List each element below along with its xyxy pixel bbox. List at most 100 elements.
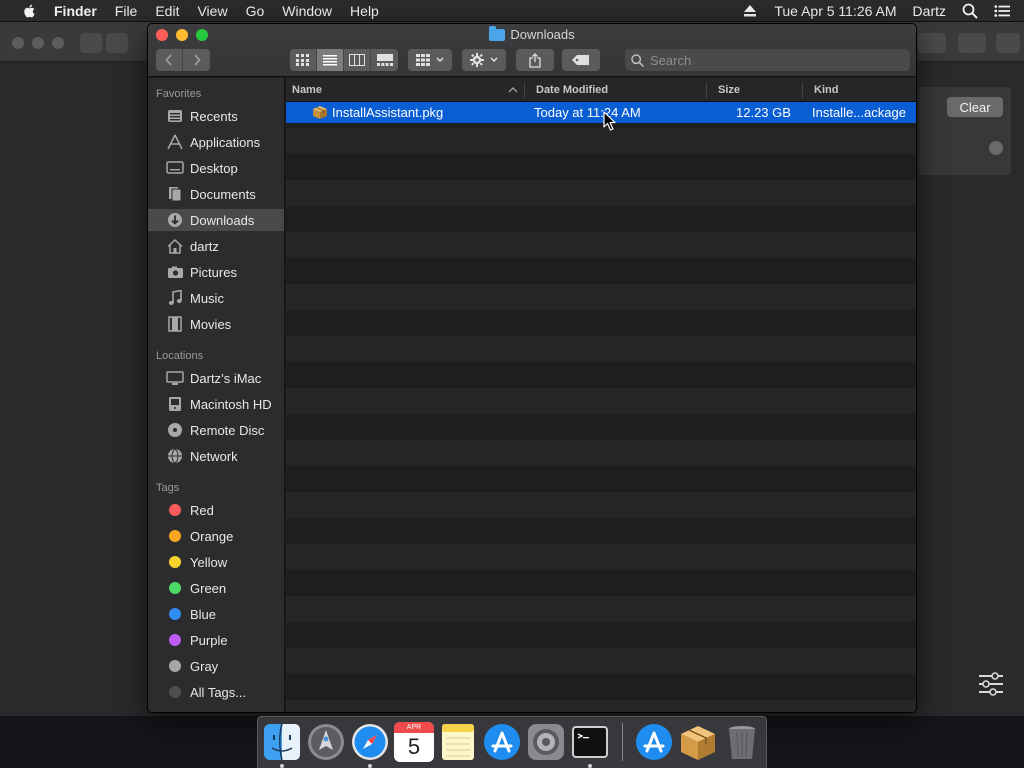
sidebar-item-dartz[interactable]: dartz [148, 235, 284, 257]
sidebar-item-all-tags[interactable]: All Tags... [148, 681, 284, 703]
home-icon [166, 238, 184, 254]
gray-tag-icon [166, 658, 184, 674]
bg-close-button[interactable] [12, 37, 24, 49]
column-header-kind[interactable]: Kind [814, 84, 838, 96]
sidebar-item-tag-red[interactable]: Red [148, 499, 284, 521]
bg-back-button[interactable] [80, 33, 102, 53]
sidebar-item-label: Green [190, 580, 227, 596]
orange-tag-icon [166, 528, 184, 544]
sidebar-item-movies[interactable]: Movies [148, 313, 284, 335]
column-divider[interactable] [706, 82, 707, 98]
file-size: 12.23 GB [736, 105, 791, 120]
system-preferences-dock-icon[interactable] [526, 722, 566, 762]
sidebar-item-music[interactable]: Music [148, 287, 284, 309]
column-header-date-modified[interactable]: Date Modified [536, 84, 608, 96]
sidebar-item-macintosh-hd[interactable]: Macintosh HD [148, 393, 284, 415]
trash-dock-icon[interactable] [722, 722, 762, 762]
search-field[interactable] [625, 49, 910, 71]
bg-minimize-button[interactable] [32, 37, 44, 49]
group-icon [416, 54, 430, 66]
sidebar-item-applications[interactable]: Applications [148, 131, 284, 153]
sort-ascending-icon[interactable] [508, 87, 518, 93]
menu-help[interactable]: Help [350, 3, 379, 19]
tag-dot [169, 608, 181, 620]
bg-share-button[interactable] [918, 33, 946, 53]
yellow-tag-icon [166, 554, 184, 570]
column-view-button[interactable] [344, 49, 371, 71]
menu-go[interactable]: Go [246, 3, 265, 19]
app-store-stack-dock-icon[interactable] [634, 722, 674, 762]
gallery-view-button[interactable] [371, 49, 398, 71]
sliders-icon[interactable] [978, 672, 1004, 696]
tag-icon [572, 55, 589, 65]
forward-button[interactable] [183, 49, 210, 71]
notification-center-icon[interactable] [994, 3, 1010, 19]
action-button[interactable] [462, 49, 506, 71]
menu-view[interactable]: View [197, 3, 227, 19]
sidebar-item-label: Red [190, 502, 214, 518]
sidebar-item-pictures[interactable]: Pictures [148, 261, 284, 283]
share-icon [529, 52, 541, 68]
chevron-down-icon [436, 57, 444, 63]
spotlight-icon[interactable] [962, 3, 978, 19]
sidebar-item-label: Documents [190, 186, 256, 202]
columns-icon [349, 54, 365, 66]
sidebar-item-label: Remote Disc [190, 422, 265, 438]
menu-user[interactable]: Dartz [913, 3, 946, 19]
finder-dock-icon[interactable] [262, 722, 302, 762]
sidebar-item-imac[interactable]: Dartz’s iMac [148, 367, 284, 389]
group-by-button[interactable] [408, 49, 452, 71]
sidebar-item-downloads[interactable]: Downloads [148, 209, 284, 231]
file-row[interactable]: InstallAssistant.pkg Today at 11:24 AM 1… [286, 102, 916, 123]
column-divider[interactable] [802, 82, 803, 98]
sidebar-item-label: Blue [190, 606, 217, 622]
calendar-month: APR [394, 722, 434, 733]
recents-icon [166, 108, 184, 124]
bg-forward-button[interactable] [106, 33, 128, 53]
sidebar-item-tag-green[interactable]: Green [148, 577, 284, 599]
clear-button[interactable]: Clear [947, 97, 1003, 117]
share-button[interactable] [516, 49, 554, 71]
dock: APR 5 [257, 716, 767, 768]
calendar-dock-icon[interactable]: APR 5 [394, 722, 434, 762]
terminal-dock-icon[interactable] [570, 722, 610, 762]
sidebar-item-label: Purple [190, 632, 228, 648]
sidebar-item-tag-purple[interactable]: Purple [148, 629, 284, 651]
edit-tags-button[interactable] [562, 49, 600, 71]
sidebar-item-remote-disc[interactable]: Remote Disc [148, 419, 284, 441]
magnifier-icon[interactable] [989, 141, 1003, 155]
menu-finder[interactable]: Finder [54, 3, 97, 19]
sidebar-item-tag-blue[interactable]: Blue [148, 603, 284, 625]
sidebar-item-tag-orange[interactable]: Orange [148, 525, 284, 547]
column-divider[interactable] [524, 82, 525, 98]
grid-icon [296, 54, 309, 66]
sidebar-item-tag-yellow[interactable]: Yellow [148, 551, 284, 573]
menu-clock[interactable]: Tue Apr 5 11:26 AM [774, 3, 896, 19]
app-store-dock-icon[interactable] [482, 722, 522, 762]
column-header-name[interactable]: Name [292, 84, 322, 96]
column-header-size[interactable]: Size [718, 84, 740, 96]
sidebar-item-desktop[interactable]: Desktop [148, 157, 284, 179]
installer-package-dock-icon[interactable] [678, 722, 718, 762]
menu-window[interactable]: Window [282, 3, 332, 19]
search-input[interactable] [650, 52, 890, 68]
notes-dock-icon[interactable] [438, 722, 478, 762]
bg-zoom-button[interactable] [52, 37, 64, 49]
safari-dock-icon[interactable] [350, 722, 390, 762]
list-view-button[interactable] [317, 49, 344, 71]
launchpad-dock-icon[interactable] [306, 722, 346, 762]
back-button[interactable] [156, 49, 183, 71]
menu-edit[interactable]: Edit [155, 3, 179, 19]
apple-menu-icon[interactable] [20, 3, 40, 19]
bg-new-tab-button[interactable] [996, 33, 1020, 53]
sidebar-item-tag-gray[interactable]: Gray [148, 655, 284, 677]
sidebar-item-recents[interactable]: Recents [148, 105, 284, 127]
menu-file[interactable]: File [115, 3, 138, 19]
sidebar-item-documents[interactable]: Documents [148, 183, 284, 205]
sidebar-item-label: Downloads [190, 212, 255, 228]
bg-tabs-button[interactable] [958, 33, 986, 53]
eject-icon[interactable] [742, 3, 758, 19]
sidebar-item-network[interactable]: Network [148, 445, 284, 467]
icon-view-button[interactable] [290, 49, 317, 71]
all-tags-icon [166, 684, 184, 700]
